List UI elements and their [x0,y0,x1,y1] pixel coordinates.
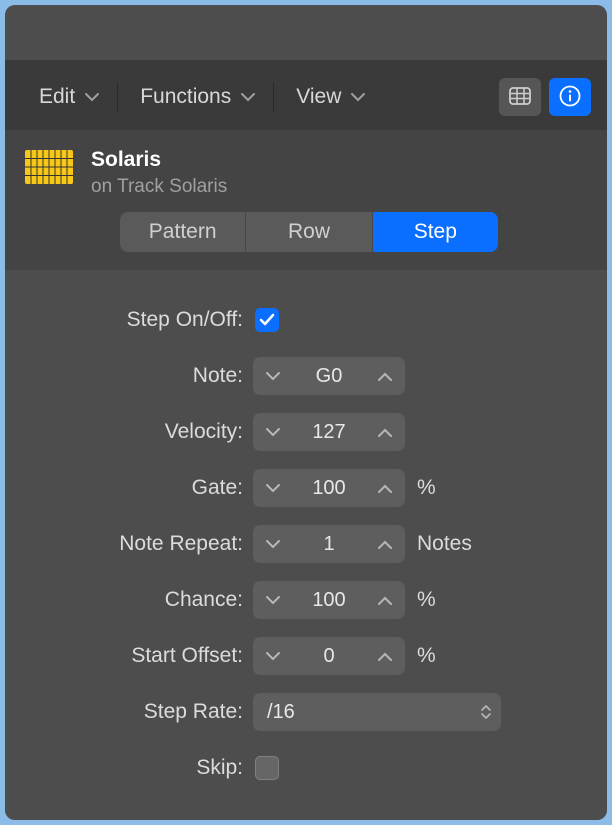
pattern-icon [25,150,73,186]
toolbar: Edit Functions View [5,60,607,130]
region-title: Solaris [91,148,227,172]
view-menu-label: View [296,85,341,109]
note-decrement[interactable] [253,357,293,395]
start-offset-value[interactable]: 0 [293,645,365,668]
tab-step[interactable]: Step [373,212,498,252]
chevron-down-icon [266,372,280,381]
chevron-down-icon [266,484,280,493]
step-rate-label: Step Rate: [25,700,253,724]
step-inspector-content: Step On/Off: Note: G0 Velocity: [5,270,607,820]
chance-unit: % [417,588,436,612]
note-repeat-decrement[interactable] [253,525,293,563]
note-repeat-increment[interactable] [365,525,405,563]
header: Solaris on Track Solaris Pattern Row Ste… [5,130,607,270]
view-menu[interactable]: View [278,78,379,116]
note-repeat-value[interactable]: 1 [293,533,365,556]
list-icon [509,87,531,108]
step-on-off-label: Step On/Off: [25,308,253,332]
info-button[interactable] [549,78,591,116]
velocity-decrement[interactable] [253,413,293,451]
chevron-down-icon [351,93,365,102]
velocity-stepper[interactable]: 127 [253,413,405,451]
chevron-down-icon [266,428,280,437]
chevron-up-icon [378,652,392,661]
chance-label: Chance: [25,588,253,612]
note-label: Note: [25,364,253,388]
tab-row[interactable]: Row [246,212,372,252]
chevron-up-icon [378,372,392,381]
step-rate-select[interactable]: /16 [253,693,501,731]
velocity-value[interactable]: 127 [293,421,365,444]
tab-pattern[interactable]: Pattern [120,212,246,252]
gate-value[interactable]: 100 [293,477,365,500]
chevron-up-icon [378,596,392,605]
gate-increment[interactable] [365,469,405,507]
note-increment[interactable] [365,357,405,395]
start-offset-increment[interactable] [365,637,405,675]
start-offset-decrement[interactable] [253,637,293,675]
gate-label: Gate: [25,476,253,500]
start-offset-stepper[interactable]: 0 [253,637,405,675]
select-arrows-icon [481,705,491,719]
start-offset-unit: % [417,644,436,668]
tab-segmented-control: Pattern Row Step [120,212,498,252]
gate-stepper[interactable]: 100 [253,469,405,507]
chevron-down-icon [85,93,99,102]
chevron-up-icon [378,540,392,549]
divider [273,82,274,112]
chevron-down-icon [266,596,280,605]
check-icon [259,313,275,327]
skip-checkbox[interactable] [255,756,279,780]
list-view-button[interactable] [499,78,541,116]
gate-unit: % [417,476,436,500]
skip-label: Skip: [25,756,253,780]
velocity-increment[interactable] [365,413,405,451]
gate-decrement[interactable] [253,469,293,507]
chance-stepper[interactable]: 100 [253,581,405,619]
note-repeat-stepper[interactable]: 1 [253,525,405,563]
chance-increment[interactable] [365,581,405,619]
step-on-off-checkbox[interactable] [255,308,279,332]
note-stepper[interactable]: G0 [253,357,405,395]
chevron-down-icon [266,652,280,661]
functions-menu-label: Functions [140,85,231,109]
note-value[interactable]: G0 [293,365,365,388]
note-repeat-unit: Notes [417,532,472,556]
region-subtitle: on Track Solaris [91,176,227,198]
chevron-up-icon [378,428,392,437]
note-repeat-label: Note Repeat: [25,532,253,556]
edit-menu-label: Edit [39,85,75,109]
chance-value[interactable]: 100 [293,589,365,612]
chevron-down-icon [241,93,255,102]
velocity-label: Velocity: [25,420,253,444]
inspector-window: Edit Functions View [5,5,607,820]
divider [117,82,118,112]
edit-menu[interactable]: Edit [21,78,113,116]
step-rate-value: /16 [267,701,295,724]
chance-decrement[interactable] [253,581,293,619]
info-icon [559,85,581,110]
functions-menu[interactable]: Functions [122,78,269,116]
chevron-down-icon [266,540,280,549]
chevron-up-icon [378,484,392,493]
start-offset-label: Start Offset: [25,644,253,668]
